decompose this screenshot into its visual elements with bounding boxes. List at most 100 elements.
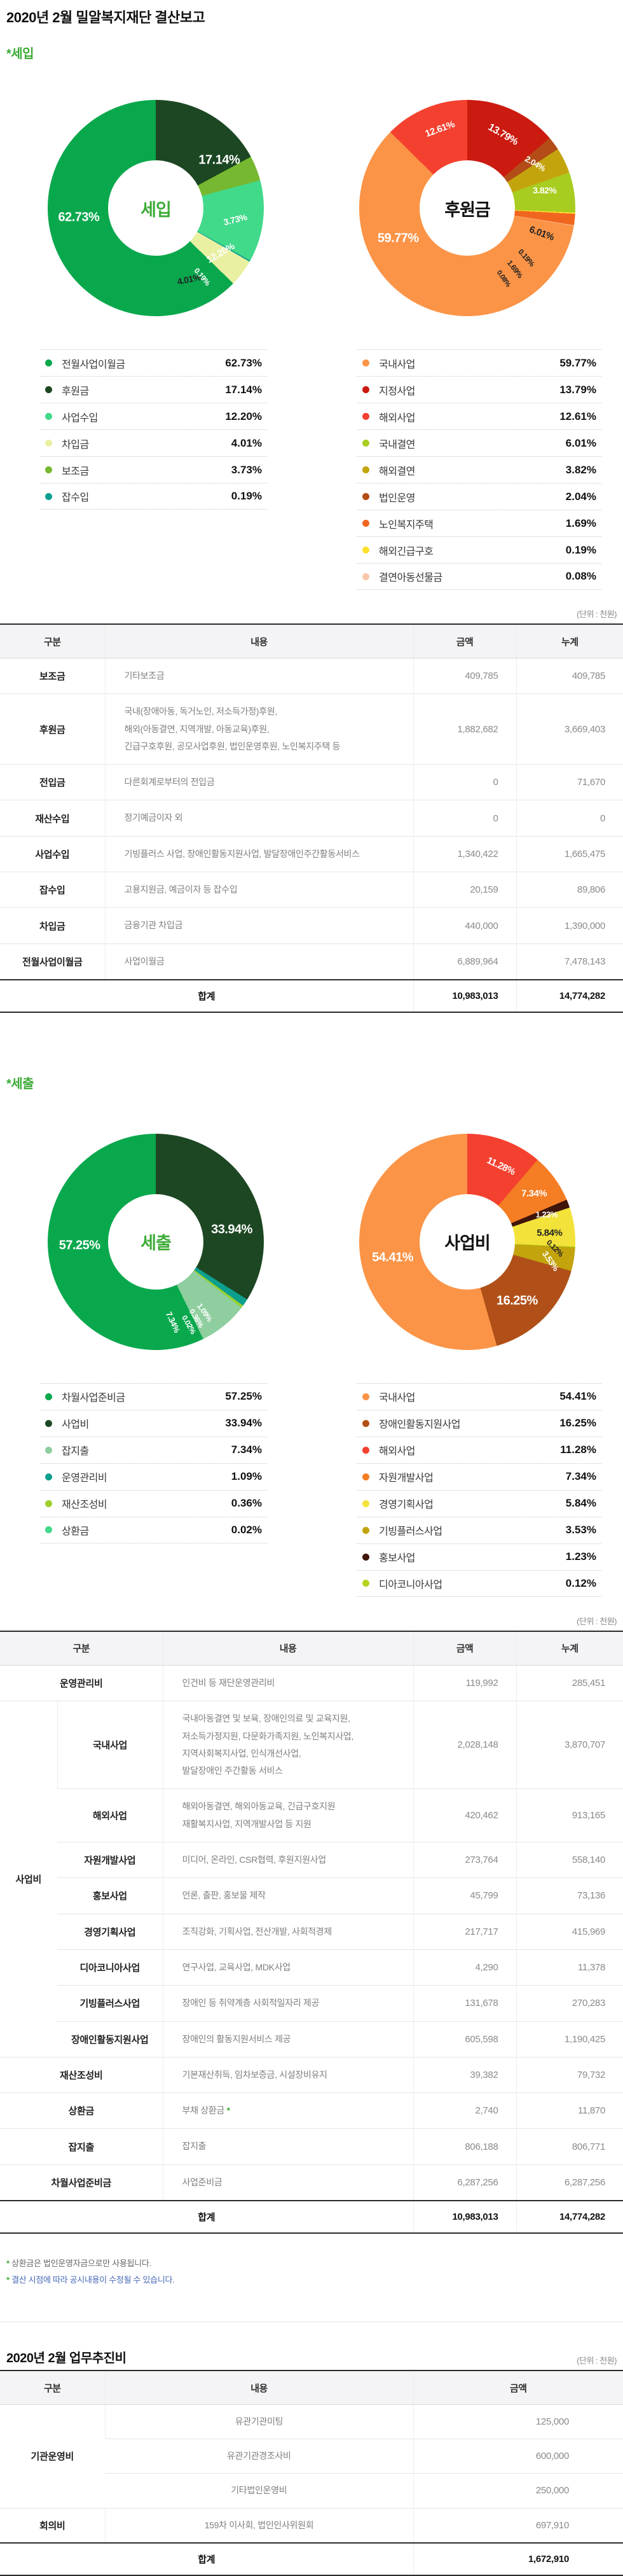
legend-bullet-icon <box>45 386 52 393</box>
legend-value: 12.20% <box>225 410 262 423</box>
legend-value: 3.53% <box>566 1524 596 1536</box>
total-amount: 10,983,013 <box>413 980 516 1012</box>
cell-category: 전입금 <box>0 765 105 800</box>
cell-cumulative: 73,136 <box>516 1878 623 1914</box>
legend-bullet-icon <box>45 1526 52 1533</box>
legend-value: 5.84% <box>566 1497 596 1510</box>
legend-bullet-icon <box>45 359 52 366</box>
legend-value: 7.34% <box>566 1470 596 1483</box>
cell-cumulative: 270,283 <box>516 1986 623 2021</box>
legend-bullet-icon <box>362 440 369 447</box>
column-header: 금액 <box>413 624 516 658</box>
slice-label: 57.25% <box>59 1239 100 1253</box>
table-row: 기빙플러스사업장애인 등 취약계층 사회적일자리 제공131,678270,28… <box>0 1986 623 2021</box>
cell-desc: 잡지출 <box>163 2129 413 2164</box>
repayment-star-icon: * <box>227 2105 230 2115</box>
slice-label: 54.41% <box>372 1250 413 1265</box>
business-expense-legend: 국내사업54.41%장애인활동지원사업16.25%해외사업11.28%자원개발사… <box>357 1383 601 1597</box>
legend-value: 59.77% <box>559 357 596 370</box>
cell-category: 보조금 <box>0 658 105 694</box>
total-cumulative: 14,774,282 <box>516 2201 623 2233</box>
promo-expense-section: 2020년 2월 업무추진비 (단위 : 천원) 구분내용금액기관운영비유관기관… <box>0 2322 623 2576</box>
cell-category: 잡지출 <box>0 2129 163 2164</box>
cell-desc: 다른회계로부터의 전입금 <box>105 765 413 800</box>
cell-amount: 0 <box>413 765 516 800</box>
legend-bullet-icon <box>45 1420 52 1427</box>
expenditure-donut-chart: 33.94%1.09%0.36%0.02%7.34%57.25%세출 <box>48 1134 264 1350</box>
legend-value: 0.08% <box>566 570 596 583</box>
column-header: 구분 <box>0 1631 163 1666</box>
cell-cumulative: 3,870,707 <box>516 1701 623 1789</box>
legend-item: 자원개발사업7.34% <box>357 1463 601 1490</box>
column-header: 내용 <box>163 1631 413 1666</box>
table-row: 운영관리비인건비 등 재단운영관리비119,992285,451 <box>0 1665 623 1701</box>
cell-desc: 정기예금이자 외 <box>105 800 413 836</box>
column-header: 구분 <box>0 624 105 658</box>
column-header: 금액 <box>413 2371 623 2405</box>
revenue-table: 구분내용금액누계보조금기타보조금409,785409,785후원금국내(장애아동… <box>0 623 623 1013</box>
legend-bullet-icon <box>362 493 369 500</box>
expenditure-charts-row: 33.94%1.09%0.36%0.02%7.34%57.25%세출 11.28… <box>0 1134 623 1350</box>
legend-label: 결연아동선물금 <box>379 569 566 584</box>
expenditure-legends-row: 차월사업준비금57.25%사업비33.94%잡지출7.34%운영관리비1.09%… <box>0 1383 623 1597</box>
cell-desc: 해외아동결연, 해외아동교육, 긴급구호지원 재활복지사업, 지역개발사업 등 … <box>163 1789 413 1842</box>
cell-desc: 장애인 등 취약계층 사회적일자리 제공 <box>163 1986 413 2021</box>
sponsorship-donut-hole: 후원금 <box>420 160 515 256</box>
table-header-row: 구분내용금액 <box>0 2371 623 2405</box>
cell-group-category: 기관운영비 <box>0 2405 105 2509</box>
legend-item: 차입금4.01% <box>40 429 267 456</box>
legend-bullet-icon <box>362 520 369 527</box>
table-row: 디아코니아사업연구사업, 교육사업, MDK사업4,29011,378 <box>0 1949 623 1985</box>
legend-value: 4.01% <box>231 437 262 450</box>
legend-label: 디아코니아사업 <box>379 1576 566 1591</box>
table-row: 사업비국내사업국내아동결연 및 보육, 장애인의료 및 교육지원, 저소득가정지… <box>0 1701 623 1789</box>
legend-item: 국내사업54.41% <box>357 1383 601 1410</box>
legend-item: 전월사업이월금62.73% <box>40 349 267 376</box>
legend-label: 잡지출 <box>62 1442 231 1458</box>
cell-desc: 기타보조금 <box>105 658 413 694</box>
legend-bullet-icon <box>362 466 369 473</box>
cell-amount: 2,740 <box>413 2093 516 2129</box>
slice-label: 16.25% <box>496 1294 538 1309</box>
cell-amount: 20,159 <box>413 872 516 908</box>
legend-label: 해외사업 <box>379 1442 560 1458</box>
cell-subcategory: 경영기획사업 <box>57 1914 163 1949</box>
legend-bullet-icon <box>362 1420 369 1427</box>
legend-item: 해외결연3.82% <box>357 456 601 483</box>
legend-item: 경영기획사업5.84% <box>357 1490 601 1517</box>
legend-label: 차입금 <box>62 436 231 451</box>
cell-category: 차월사업준비금 <box>0 2164 163 2201</box>
table-row: 차월사업준비금사업준비금6,287,2566,287,256 <box>0 2164 623 2201</box>
legend-bullet-icon <box>45 413 52 420</box>
cell-category: 전월사업이월금 <box>0 943 105 980</box>
revenue-donut-center-label: 세입 <box>140 196 171 221</box>
cell-category: 운영관리비 <box>0 1665 163 1701</box>
footnote-repayment: * 상환금은 법인운영자금으로만 사용됩니다. <box>6 2255 623 2272</box>
cell-amount: 440,000 <box>413 908 516 943</box>
cell-desc: 사업이월금 <box>105 943 413 980</box>
cell-subcategory: 홍보사업 <box>57 1878 163 1914</box>
legend-value: 0.36% <box>231 1497 262 1510</box>
cell-amount: 600,000 <box>413 2439 623 2474</box>
footnote-star-icon: * <box>6 2259 10 2268</box>
cell-cumulative: 89,806 <box>516 872 623 908</box>
legend-value: 2.04% <box>566 491 596 503</box>
cell-cumulative: 6,287,256 <box>516 2164 623 2201</box>
cell-desc: 인건비 등 재단운영관리비 <box>163 1665 413 1701</box>
unit-note-promo: (단위 : 천원) <box>577 2354 623 2366</box>
legend-bullet-icon <box>362 413 369 420</box>
business-donut-center-label: 사업비 <box>444 1229 490 1254</box>
table-row: 상환금부채 상환금 *2,74011,870 <box>0 2093 623 2129</box>
total-amount: 1,672,910 <box>413 2543 623 2575</box>
table-row: 홍보사업언론, 출판, 홍보물 제작45,79973,136 <box>0 1878 623 1914</box>
expenditure-table: 구분내용금액누계운영관리비인건비 등 재단운영관리비119,992285,451… <box>0 1631 623 2234</box>
legend-value: 33.94% <box>225 1417 262 1430</box>
table-header-row: 구분내용금액누계 <box>0 624 623 658</box>
column-header: 내용 <box>105 2371 413 2405</box>
legend-label: 홍보사업 <box>379 1549 566 1564</box>
legend-value: 62.73% <box>225 357 262 370</box>
table-row: 전월사업이월금사업이월금6,889,9647,478,143 <box>0 943 623 980</box>
slice-label: 5.84% <box>537 1228 562 1239</box>
legend-label: 법인운영 <box>379 489 566 505</box>
cell-amount: 409,785 <box>413 658 516 694</box>
